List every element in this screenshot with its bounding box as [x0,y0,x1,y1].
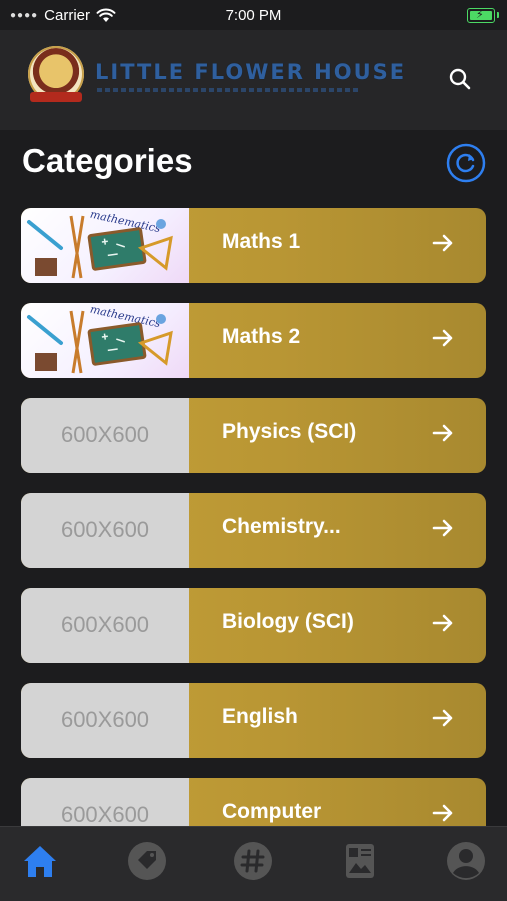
category-thumbnail-placeholder: 600X600 [21,398,189,473]
refresh-icon[interactable] [446,143,486,183]
category-thumbnail-placeholder: 600X600 [21,588,189,663]
category-label: English [222,705,298,728]
arrow-right-icon [432,804,453,822]
arrow-right-icon [432,329,453,347]
thumbnail-placeholder-text: 600X600 [60,422,150,447]
tab-bar [0,826,507,901]
category-label: Maths 2 [222,325,301,348]
battery-icon: ⚡ [467,8,499,23]
category-thumbnail-placeholder: 600X600 [21,493,189,568]
home-icon[interactable] [20,841,60,881]
category-card[interactable]: 600X600 Biology (SCI) [21,588,486,663]
category-card[interactable]: mathematics Maths 2 [21,303,486,378]
category-label: Maths 1 [222,230,301,253]
search-icon[interactable] [446,65,474,93]
category-card[interactable]: 600X600 English [21,683,486,758]
thumbnail-placeholder-text: 600X600 [60,517,150,542]
category-thumbnail-placeholder: 600X600 [21,683,189,758]
category-card[interactable]: 600X600 Chemistry... [21,493,486,568]
category-thumbnail-image: mathematics [21,208,189,283]
arrow-right-icon [432,614,453,632]
arrow-right-icon [432,519,453,537]
status-time: 7:00 PM [225,7,282,24]
tag-icon[interactable] [127,841,167,881]
thumbnail-placeholder-text: 600X600 [60,612,150,637]
category-label: Chemistry... [222,515,341,538]
status-bar: ●●●● Carrier 7:00 PM ⚡ [0,0,507,30]
thumbnail-placeholder-text: 600X600 [60,707,150,732]
brand-tagline [97,88,359,92]
page-title: Categories [22,142,193,179]
arrow-right-icon [432,234,453,252]
category-thumbnail-image: mathematics [21,303,189,378]
category-label: Physics (SCI) [222,420,357,443]
category-card[interactable]: 600X600 Physics (SCI) [21,398,486,473]
category-label: Biology (SCI) [222,610,354,633]
brand-name: LITTLE FLOWER HOUSE [95,60,407,84]
arrow-right-icon [432,709,453,727]
thumbnail-placeholder-text: 600X600 [60,802,150,827]
category-label: Computer [222,800,322,823]
school-logo-banner [30,92,82,102]
category-card[interactable]: mathematics Maths 1 [21,208,486,283]
app-header: LITTLE FLOWER HOUSE [0,30,507,130]
article-icon[interactable] [340,841,380,881]
profile-icon[interactable] [446,841,486,881]
hashtag-icon[interactable] [233,841,273,881]
arrow-right-icon [432,424,453,442]
